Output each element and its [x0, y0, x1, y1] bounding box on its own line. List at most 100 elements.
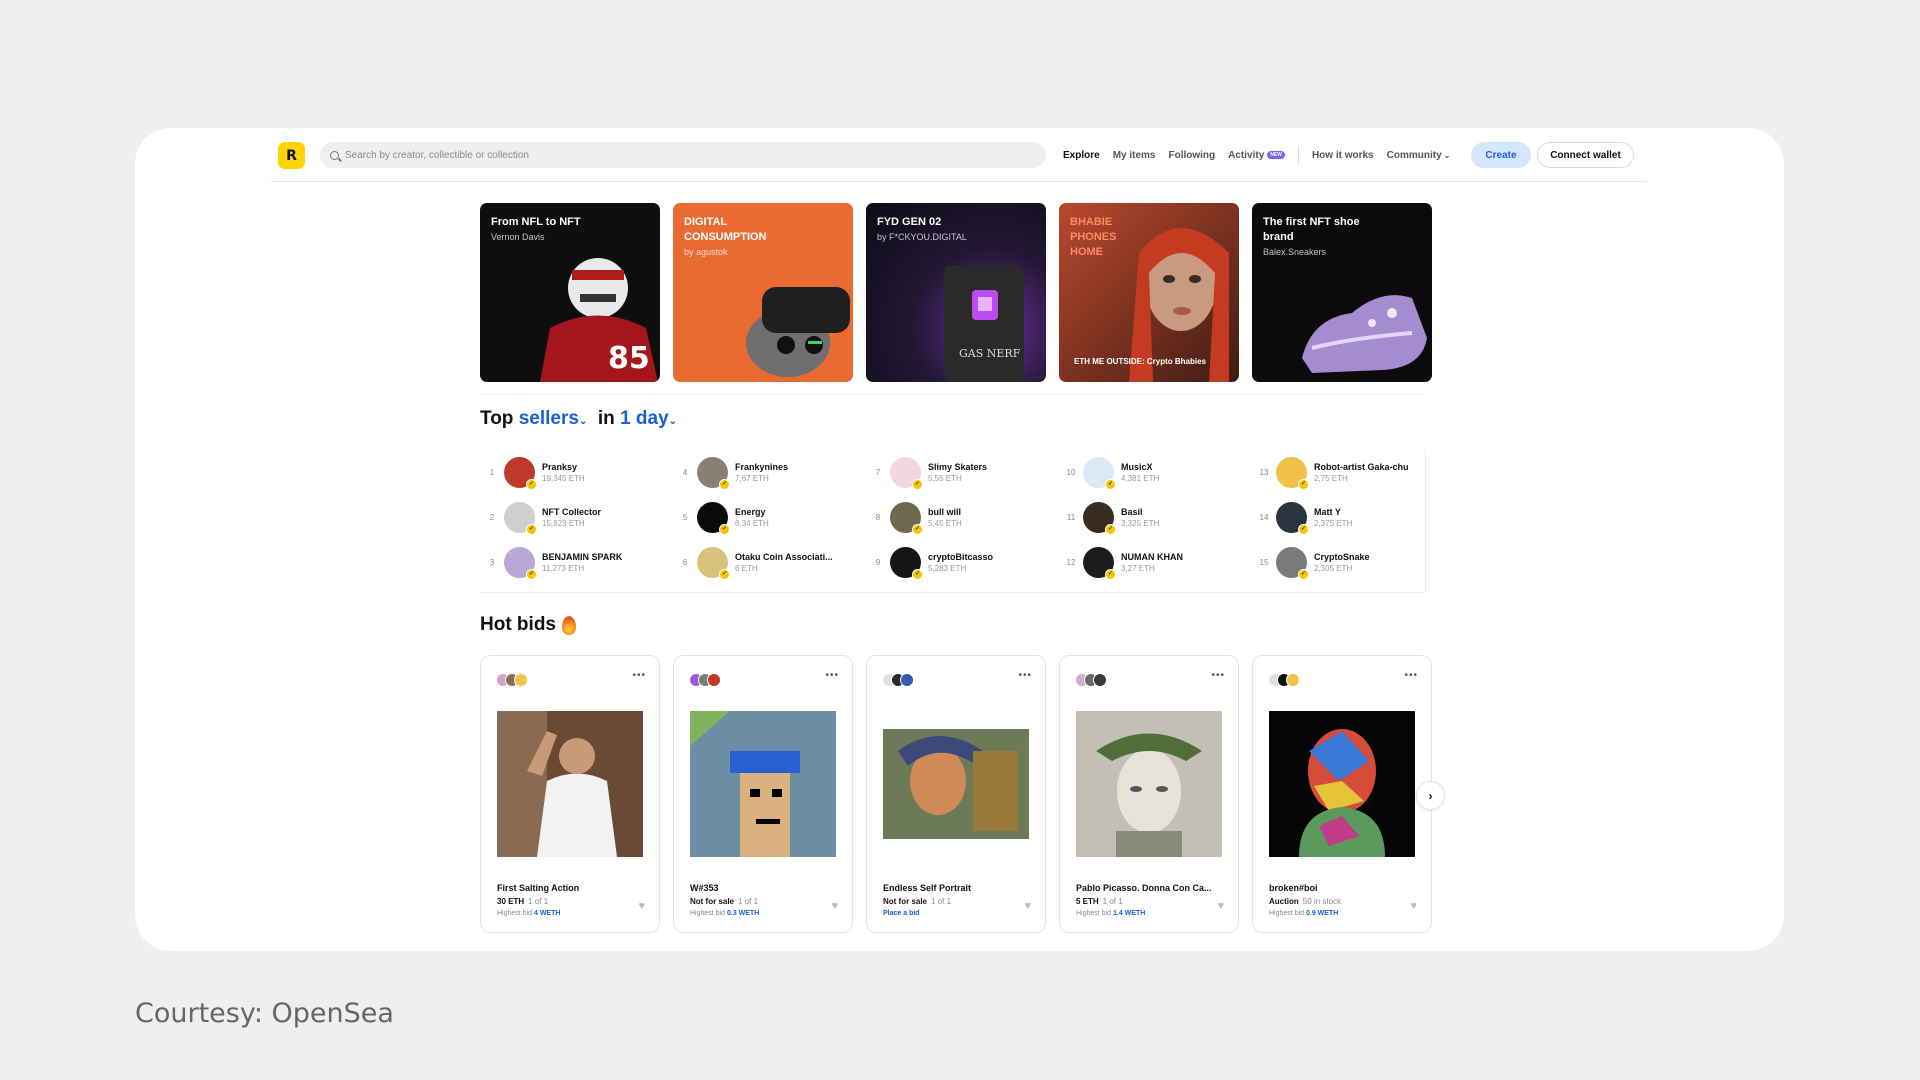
seller-name[interactable]: Slimy Skaters	[928, 462, 987, 472]
bid-value[interactable]: 0.9 WETH	[1306, 910, 1338, 917]
price-value: Auction	[1269, 897, 1299, 906]
seller-item[interactable]: 2 ✓ NFT Collector 15,823 ETH	[480, 495, 673, 540]
heart-icon[interactable]: ♥	[638, 900, 645, 912]
artwork-image[interactable]	[883, 711, 1029, 857]
more-options-icon[interactable]: •••	[632, 670, 646, 681]
verified-check-icon: ✓	[526, 569, 537, 580]
bid-value[interactable]: 4 WETH	[534, 910, 560, 917]
seller-avatar[interactable]: ✓	[890, 457, 923, 490]
verified-check-icon: ✓	[1298, 569, 1309, 580]
seller-name[interactable]: MusicX	[1121, 462, 1159, 472]
seller-avatar[interactable]: ✓	[697, 457, 730, 490]
artwork-image[interactable]	[690, 711, 836, 857]
seller-name[interactable]: bull will	[928, 507, 962, 517]
seller-avatar[interactable]: ✓	[504, 457, 537, 490]
card-price: Auction 50 in stock	[1269, 897, 1341, 906]
section-divider	[480, 394, 1426, 395]
sneaker-image	[1302, 295, 1427, 373]
more-options-icon[interactable]: •••	[825, 670, 839, 681]
heart-icon[interactable]: ♥	[1217, 900, 1224, 912]
seller-item[interactable]: 5 ✓ Energy 6,34 ETH	[673, 495, 866, 540]
banner-digital-consumption[interactable]: DIGITAL CONSUMPTION by agustok	[673, 203, 853, 382]
seller-name[interactable]: Matt Y	[1314, 507, 1352, 517]
seller-item[interactable]: 4 ✓ Frankynines 7,67 ETH	[673, 450, 866, 495]
seller-avatar[interactable]: ✓	[1083, 547, 1116, 580]
owner-avatar[interactable]	[900, 673, 914, 687]
seller-name[interactable]: CryptoSnake	[1314, 552, 1370, 562]
seller-avatar[interactable]: ✓	[1276, 502, 1309, 535]
bid-card[interactable]: ••• broken#boi Auction 50 in stock Highest b…	[1252, 655, 1432, 933]
seller-avatar[interactable]: ✓	[890, 502, 923, 535]
bid-value[interactable]: 0.3 WETH	[727, 910, 759, 917]
seller-item[interactable]: 11 ✓ Basil 3,325 ETH	[1059, 495, 1252, 540]
bid-label: Highest bid	[497, 910, 533, 917]
seller-avatar[interactable]: ✓	[504, 547, 537, 580]
seller-name[interactable]: Robot-artist Gaka-chu	[1314, 462, 1409, 472]
seller-avatar[interactable]: ✓	[697, 502, 730, 535]
owner-avatar[interactable]	[1286, 673, 1300, 687]
card-title[interactable]: broken#boi	[1269, 883, 1318, 893]
card-title[interactable]: Endless Self Portrait	[883, 883, 971, 893]
banner-shoe-brand[interactable]: The first NFT shoe brand Balex.Sneakers	[1252, 203, 1432, 382]
owner-avatar[interactable]	[1093, 673, 1107, 687]
sellers-dropdown[interactable]: sellers⌄	[519, 408, 588, 429]
period-dropdown[interactable]: 1 day⌄	[620, 408, 677, 429]
seller-item[interactable]: 7 ✓ Slimy Skaters 5,55 ETH	[866, 450, 1059, 495]
card-title[interactable]: First Salting Action	[497, 883, 579, 893]
heart-icon[interactable]: ♥	[831, 900, 838, 912]
seller-avatar[interactable]: ✓	[1083, 502, 1116, 535]
heart-icon[interactable]: ♥	[1024, 900, 1031, 912]
seller-item[interactable]: 1 ✓ Pranksy 19,345 ETH	[480, 450, 673, 495]
heart-icon[interactable]: ♥	[1410, 900, 1417, 912]
artwork-image[interactable]	[497, 711, 643, 857]
banner-nfl[interactable]: From NFL to NFT Vernon Davis 85	[480, 203, 660, 382]
seller-name[interactable]: Otaku Coin Associati...	[735, 552, 833, 562]
seller-avatar[interactable]: ✓	[1083, 457, 1116, 490]
seller-avatar[interactable]: ✓	[890, 547, 923, 580]
seller-name[interactable]: Frankynines	[735, 462, 788, 472]
seller-item[interactable]: 8 ✓ bull will 5,45 ETH	[866, 495, 1059, 540]
seller-name[interactable]: cryptoBitcasso	[928, 552, 993, 562]
seller-avatar[interactable]: ✓	[697, 547, 730, 580]
owner-avatar[interactable]	[707, 673, 721, 687]
bid-value[interactable]: Place a bid	[883, 910, 920, 917]
seller-rank: 10	[1066, 468, 1076, 477]
seller-name[interactable]: Pranksy	[542, 462, 585, 472]
more-options-icon[interactable]: •••	[1211, 670, 1225, 681]
seller-avatar[interactable]: ✓	[1276, 457, 1309, 490]
seller-name[interactable]: NUMAN KHAN	[1121, 552, 1183, 562]
bid-label: Highest bid	[1269, 910, 1305, 917]
seller-item[interactable]: 9 ✓ cryptoBitcasso 5,283 ETH	[866, 540, 1059, 585]
bid-card[interactable]: ••• Pablo Picasso. Donna Con Ca... 5 ETH 1 …	[1059, 655, 1239, 933]
card-title[interactable]: W#353	[690, 883, 719, 893]
artwork-image[interactable]	[1076, 711, 1222, 857]
more-options-icon[interactable]: •••	[1404, 670, 1418, 681]
football-player-image: 85	[540, 258, 658, 382]
seller-info: NFT Collector 15,823 ETH	[542, 507, 601, 528]
seller-name[interactable]: BENJAMIN SPARK	[542, 552, 622, 562]
seller-name[interactable]: Energy	[735, 507, 769, 517]
seller-item[interactable]: 10 ✓ MusicX 4,381 ETH	[1059, 450, 1252, 495]
seller-name[interactable]: Basil	[1121, 507, 1159, 517]
seller-item[interactable]: 15 ✓ CryptoSnake 2,305 ETH	[1252, 540, 1445, 585]
seller-item[interactable]: 13 ✓ Robot-artist Gaka-chu 2,75 ETH	[1252, 450, 1445, 495]
card-title[interactable]: Pablo Picasso. Donna Con Ca...	[1076, 883, 1212, 893]
seller-item[interactable]: 14 ✓ Matt Y 2,375 ETH	[1252, 495, 1445, 540]
seller-avatar[interactable]: ✓	[1276, 547, 1309, 580]
next-arrow-button[interactable]: ›	[1416, 781, 1445, 810]
owner-avatar[interactable]	[514, 673, 528, 687]
bid-card[interactable]: ••• Endless Self Portrait Not for sale 1 of…	[866, 655, 1046, 933]
more-options-icon[interactable]: •••	[1018, 670, 1032, 681]
bid-card[interactable]: ••• First Salting Action 30 ETH 1 of 1 Highe…	[480, 655, 660, 933]
seller-name[interactable]: NFT Collector	[542, 507, 601, 517]
artwork-image[interactable]	[1269, 711, 1415, 857]
banner-bhabie[interactable]: BHABIE PHONES HOME ETH ME OUTSIDE: Crypt…	[1059, 203, 1239, 382]
seller-item[interactable]: 3 ✓ BENJAMIN SPARK 11,273 ETH	[480, 540, 673, 585]
banner-subtitle: Vernon Davis	[491, 231, 545, 242]
banner-fyd-gen[interactable]: FYD GEN 02 by F*CKYOU.DIGITAL GAS NERF	[866, 203, 1046, 382]
seller-item[interactable]: 12 ✓ NUMAN KHAN 3,27 ETH	[1059, 540, 1252, 585]
bid-value[interactable]: 1.4 WETH	[1113, 910, 1145, 917]
bid-card[interactable]: ••• W#353 Not for sale 1 of 1 Highest bid 0.…	[673, 655, 853, 933]
seller-item[interactable]: 6 ✓ Otaku Coin Associati... 6 ETH	[673, 540, 866, 585]
seller-avatar[interactable]: ✓	[504, 502, 537, 535]
